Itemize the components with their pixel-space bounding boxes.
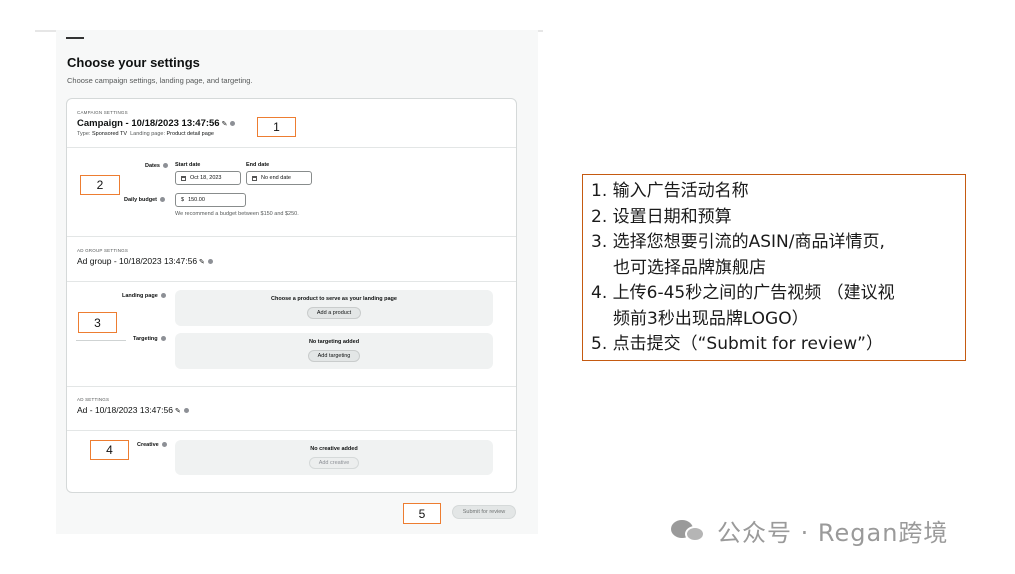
divider xyxy=(67,147,516,148)
instruction-3: 3. 选择您想要引流的ASIN/商品详情页, xyxy=(591,232,885,252)
calendar-icon xyxy=(181,175,186,181)
targeting-label: Targeting xyxy=(133,336,166,342)
divider xyxy=(67,430,516,431)
instructions-panel: 1. 输入广告活动名称 2. 设置日期和预算 3. 选择您想要引流的ASIN/商… xyxy=(582,174,966,361)
page-subtitle: Choose campaign settings, landing page, … xyxy=(67,76,253,85)
type-value: Sponsored TV xyxy=(91,131,128,137)
campaign-title-text: Campaign - 10/18/2023 13:47:56 xyxy=(77,118,220,129)
end-date-input[interactable]: No end date xyxy=(246,171,312,185)
creative-box: No creative added Add creative xyxy=(175,440,493,475)
ad-section-label: AD SETTINGS xyxy=(77,397,110,402)
instruction-2: 2. 设置日期和预算 xyxy=(591,206,732,227)
instruction-4: 4. 上传6-45秒之间的广告视频 （建议视 xyxy=(591,283,895,303)
dates-label: Dates xyxy=(145,163,168,169)
budget-value: 150.00 xyxy=(188,197,205,203)
page-title: Choose your settings xyxy=(67,55,200,70)
watermark: 公众号 · Regan跨境 xyxy=(671,513,948,548)
info-icon[interactable] xyxy=(160,293,166,299)
instruction-4-cont: 频前3秒出现品牌LOGO） xyxy=(613,308,809,329)
ad-title: Ad - 10/18/2023 13:47:56 ✎ xyxy=(77,405,189,415)
info-icon[interactable] xyxy=(230,120,236,126)
edit-pencil-icon[interactable]: ✎ xyxy=(222,121,228,128)
campaign-title: Campaign - 10/18/2023 13:47:56 ✎ xyxy=(77,118,236,129)
start-date-input[interactable]: Oct 18, 2023 xyxy=(175,171,241,185)
add-product-button[interactable]: Add a product xyxy=(307,307,361,319)
targeting-box-text: No targeting added xyxy=(308,339,360,345)
step-marker-3: 3 xyxy=(78,312,117,333)
submit-for-review-button[interactable]: Submit for review xyxy=(452,505,516,519)
info-icon[interactable] xyxy=(207,259,213,265)
calendar-icon xyxy=(252,175,257,181)
landing-box-text: Choose a product to serve as your landin… xyxy=(271,296,397,302)
info-icon[interactable] xyxy=(160,336,166,342)
info-icon[interactable] xyxy=(161,442,167,448)
edit-pencil-icon[interactable]: ✎ xyxy=(175,408,181,415)
instruction-1: 1. 输入广告活动名称 xyxy=(591,181,749,201)
add-targeting-button[interactable]: Add targeting xyxy=(308,350,360,362)
divider xyxy=(67,236,516,237)
step-marker-4: 4 xyxy=(90,440,129,460)
divider xyxy=(67,281,516,282)
landing-value: Product detail page xyxy=(166,131,214,137)
marker-underline xyxy=(76,340,126,341)
landing-page-box: Choose a product to serve as your landin… xyxy=(175,290,493,326)
ad-group-title: Ad group - 10/18/2023 13:47:56 ✎ xyxy=(77,256,213,266)
wechat-icon xyxy=(671,518,709,544)
info-icon[interactable] xyxy=(162,163,168,169)
type-key: Type: xyxy=(77,131,91,137)
info-icon[interactable] xyxy=(183,408,189,414)
creative-box-text: No creative added xyxy=(310,446,358,452)
landing-key: Landing page: xyxy=(130,131,165,137)
ad-title-text: Ad - 10/18/2023 13:47:56 xyxy=(77,405,173,415)
step-marker-5: 5 xyxy=(403,503,441,524)
instruction-3-cont: 也可选择品牌旗舰店 xyxy=(613,257,766,278)
step-marker-1: 1 xyxy=(257,117,296,137)
ad-group-title-text: Ad group - 10/18/2023 13:47:56 xyxy=(77,256,198,266)
creative-label: Creative xyxy=(137,442,167,448)
info-icon[interactable] xyxy=(160,197,166,203)
campaign-meta: Type: Sponsored TV Landing page: Product… xyxy=(77,131,214,137)
watermark-text: 公众号 · Regan跨境 xyxy=(717,519,949,547)
step-marker-2: 2 xyxy=(80,175,120,195)
campaign-section-label: CAMPAIGN SETTINGS xyxy=(77,110,128,115)
end-date-label: End date xyxy=(246,162,270,168)
daily-budget-label: Daily budget xyxy=(124,197,166,203)
instruction-5: 5. 点击提交（“Submit for review”） xyxy=(591,334,883,354)
add-creative-button[interactable]: Add creative xyxy=(309,457,359,469)
currency-symbol: $ xyxy=(181,197,185,203)
ad-group-section-label: AD GROUP SETTINGS xyxy=(77,248,129,253)
menu-dash-icon[interactable] xyxy=(66,37,84,39)
landing-page-label: Landing page xyxy=(122,293,166,299)
divider xyxy=(67,386,516,387)
start-date-label: Start date xyxy=(175,162,201,168)
daily-budget-input[interactable]: $ 150.00 xyxy=(175,193,246,207)
edit-pencil-icon[interactable]: ✎ xyxy=(199,259,205,266)
budget-hint: We recommend a budget between $150 and $… xyxy=(175,211,299,217)
targeting-box: No targeting added Add targeting xyxy=(175,333,493,369)
